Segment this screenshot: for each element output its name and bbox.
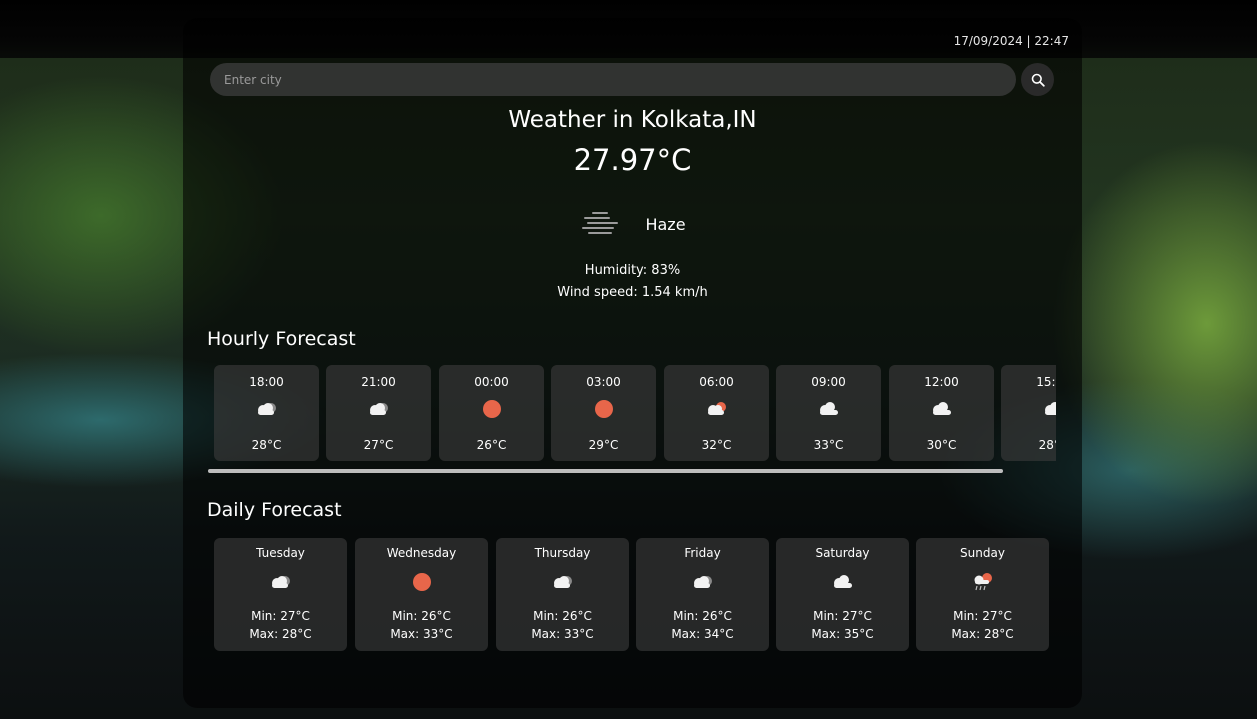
rain-icon	[916, 570, 1049, 594]
daily-item: Saturday Min: 27°C Max: 35°C	[776, 538, 909, 651]
sun-icon	[551, 397, 656, 421]
hourly-time: 18:00	[249, 375, 284, 389]
hourly-scrollbar[interactable]	[208, 469, 1003, 473]
condition-text: Haze	[645, 214, 686, 234]
hourly-item: 03:00 29°C	[551, 365, 656, 461]
daily-day: Saturday	[815, 546, 870, 560]
hourly-temp: 32°C	[701, 438, 732, 452]
daily-max: Max: 34°C	[671, 627, 734, 641]
current-temperature: 27.97°C	[573, 143, 692, 177]
hourly-item: 00:00 26°C	[439, 365, 544, 461]
daily-min: Min: 27°C	[953, 609, 1012, 623]
daily-day: Sunday	[960, 546, 1005, 560]
daily-min: Min: 27°C	[813, 609, 872, 623]
humidity-text: Humidity: 83%	[584, 263, 681, 278]
hourly-time: 03:00	[586, 375, 621, 389]
cloud-icon	[214, 570, 347, 594]
hourly-item: 21:00 27°C	[326, 365, 431, 461]
daily-item: Sunday Min: 27°C Max: 28°C	[916, 538, 1049, 651]
hourly-temp: 28°C	[251, 438, 282, 452]
hourly-temp: 26°C	[476, 438, 507, 452]
cloud-icon	[776, 397, 881, 421]
daily-day: Tuesday	[256, 546, 305, 560]
cloud-icon	[1001, 397, 1056, 421]
hourly-time: 15:00	[1036, 375, 1056, 389]
hourly-time: 12:00	[924, 375, 959, 389]
hourly-temp: 33°C	[813, 438, 844, 452]
hourly-item: 15:00 28°C	[1001, 365, 1056, 461]
daily-forecast-title: Daily Forecast	[207, 499, 342, 521]
hourly-item: 09:00 33°C	[776, 365, 881, 461]
search-bar	[210, 63, 1054, 97]
daily-item: Tuesday Min: 27°C Max: 28°C	[214, 538, 347, 651]
hourly-temp: 30°C	[926, 438, 957, 452]
cloud-icon	[496, 570, 629, 594]
weather-card: Weather in Kolkata,IN 27.97°C Haze Humid…	[183, 18, 1082, 708]
daily-min: Min: 26°C	[673, 609, 732, 623]
hourly-temp: 29°C	[588, 438, 619, 452]
daily-max: Max: 28°C	[249, 627, 312, 641]
hourly-time: 00:00	[474, 375, 509, 389]
daily-min: Min: 26°C	[533, 609, 592, 623]
sun-icon	[355, 570, 488, 594]
cloud-icon	[889, 397, 994, 421]
hourly-temp: 28°C	[1038, 438, 1056, 452]
city-title: Weather in Kolkata,IN	[508, 107, 757, 133]
wind-speed-text: Wind speed: 1.54 km/h	[557, 285, 708, 300]
hourly-forecast-title: Hourly Forecast	[207, 328, 356, 350]
daily-item: Friday Min: 26°C Max: 34°C	[636, 538, 769, 651]
search-button[interactable]	[1021, 63, 1054, 96]
current-condition: Haze	[183, 206, 1082, 242]
cloud-icon	[636, 570, 769, 594]
cloud-icon	[326, 397, 431, 421]
daily-day: Wednesday	[386, 546, 457, 560]
daily-day: Thursday	[534, 546, 591, 560]
search-icon	[1031, 73, 1045, 87]
hourly-forecast-list[interactable]: 18:00 28°C 21:00 27°C 00:00 26°C 03:00 2…	[214, 365, 1056, 461]
hourly-item: 06:00 32°C	[664, 365, 769, 461]
daily-max: Max: 28°C	[951, 627, 1014, 641]
daily-item: Wednesday Min: 26°C Max: 33°C	[355, 538, 488, 651]
partly-cloudy-icon	[664, 397, 769, 421]
hourly-temp: 27°C	[363, 438, 394, 452]
daily-day: Friday	[684, 546, 721, 560]
sun-icon	[439, 397, 544, 421]
hourly-time: 21:00	[361, 375, 396, 389]
daily-min: Min: 26°C	[392, 609, 451, 623]
haze-icon	[582, 212, 619, 234]
cloud-icon	[214, 397, 319, 421]
daily-item: Thursday Min: 26°C Max: 33°C	[496, 538, 629, 651]
hourly-item: 12:00 30°C	[889, 365, 994, 461]
daily-max: Max: 33°C	[531, 627, 594, 641]
hourly-time: 06:00	[699, 375, 734, 389]
hourly-item: 18:00 28°C	[214, 365, 319, 461]
city-search-input[interactable]	[210, 63, 1016, 96]
date-time: 17/09/2024 | 22:47	[953, 34, 1069, 48]
daily-min: Min: 27°C	[251, 609, 310, 623]
daily-max: Max: 33°C	[390, 627, 453, 641]
hourly-time: 09:00	[811, 375, 846, 389]
daily-max: Max: 35°C	[811, 627, 874, 641]
cloud-icon	[776, 570, 909, 594]
